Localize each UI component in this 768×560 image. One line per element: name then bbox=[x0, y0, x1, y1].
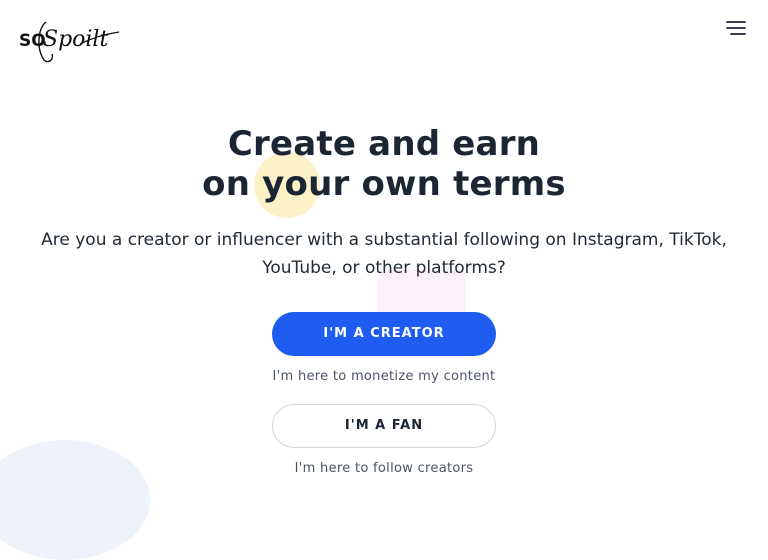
fan-note: I'm here to follow creators bbox=[294, 461, 474, 476]
sospoilt-logo: SO Spoilt bbox=[19, 21, 120, 63]
fan-button[interactable]: I'M A FAN bbox=[272, 404, 496, 448]
hero-title-line-1: Create and earn bbox=[227, 124, 541, 164]
site-header: SO Spoilt bbox=[0, 0, 768, 80]
hero-title: Create and earn on your own terms bbox=[0, 124, 768, 204]
logo-text-spoilt: Spoilt bbox=[43, 27, 108, 52]
logo-text-so: SO bbox=[19, 31, 46, 51]
logo-link[interactable]: SO Spoilt bbox=[18, 14, 122, 66]
creator-note: I'm here to monetize my content bbox=[272, 369, 496, 384]
hero-subtitle: Are you a creator or influencer with a s… bbox=[41, 230, 727, 278]
menu-button[interactable] bbox=[722, 16, 748, 40]
creator-button[interactable]: I'M A CREATOR bbox=[272, 312, 496, 356]
hero-title-line-2: on your own terms bbox=[202, 164, 566, 204]
hamburger-menu-icon bbox=[726, 21, 746, 35]
